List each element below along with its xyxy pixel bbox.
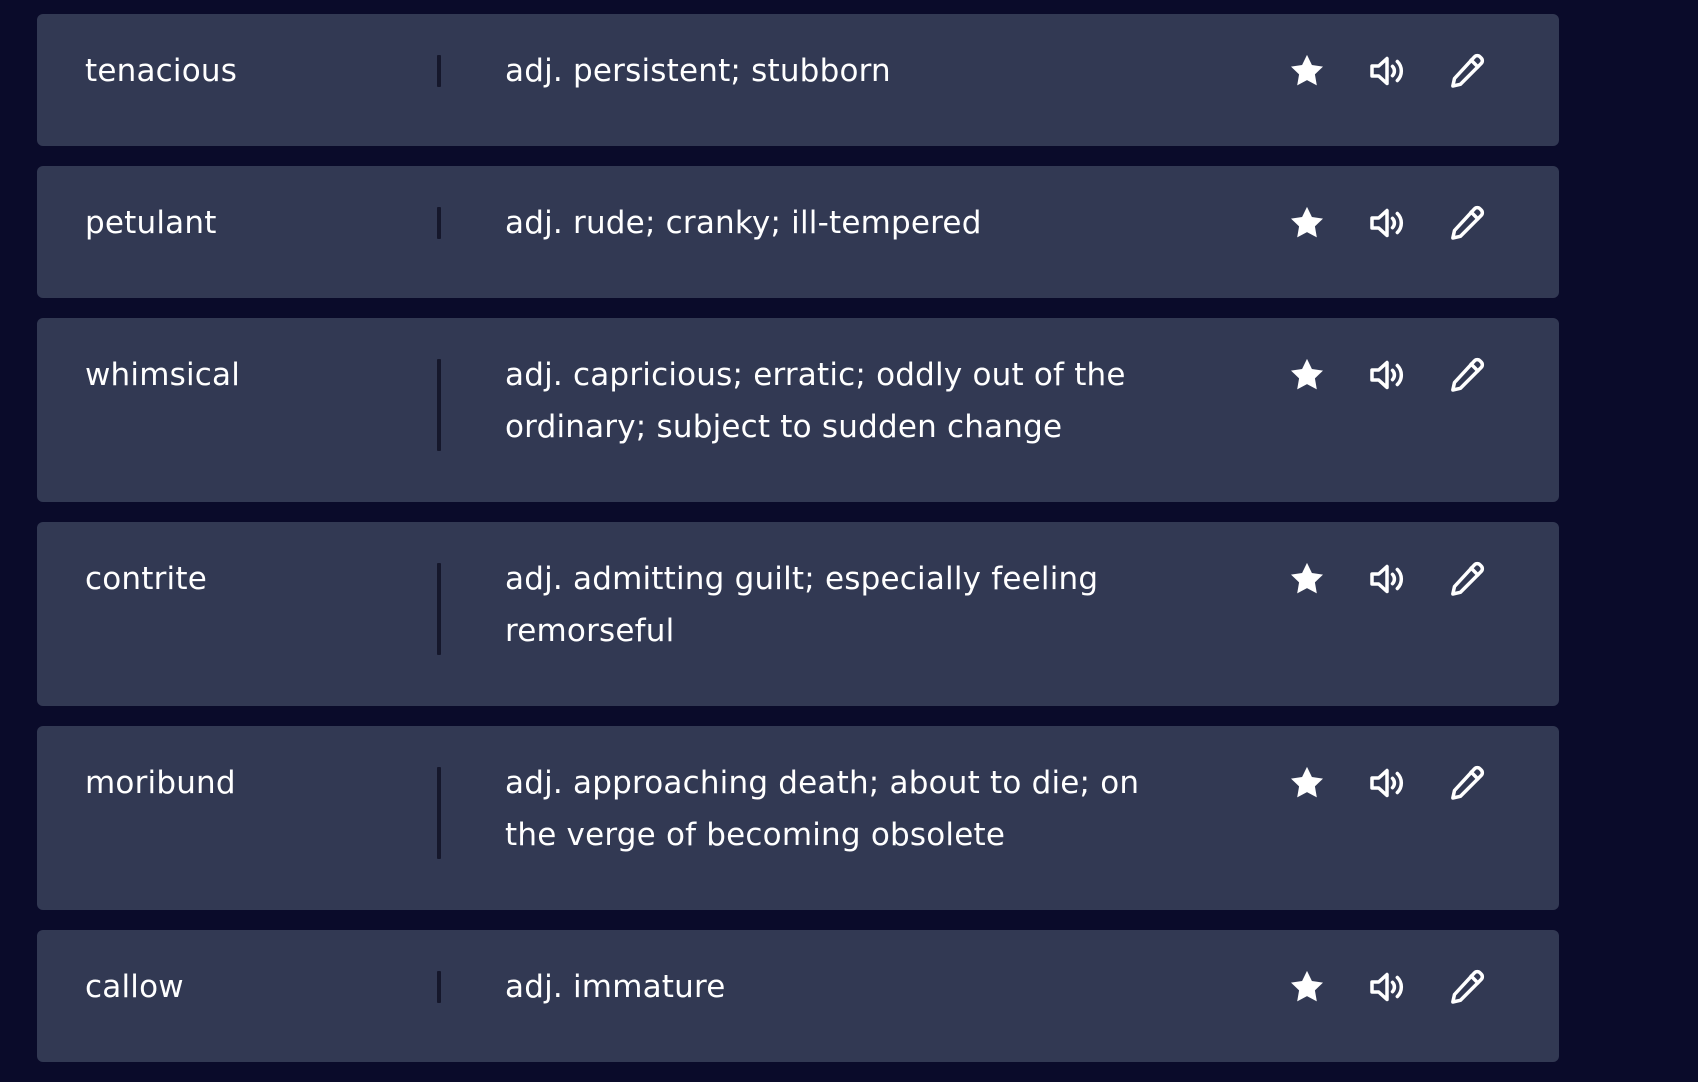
edit-button[interactable] (1447, 355, 1487, 395)
star-button[interactable] (1287, 51, 1327, 91)
term-divider (437, 767, 441, 859)
card-actions (1287, 553, 1487, 605)
term-text: contrite (85, 561, 207, 597)
speaker-icon (1370, 208, 1403, 238)
star-icon (1291, 562, 1323, 594)
star-button[interactable] (1287, 203, 1327, 243)
card-actions (1287, 757, 1487, 809)
term-text: moribund (85, 765, 236, 801)
term-text: whimsical (85, 357, 241, 393)
term-card: petulant adj. rude; cranky; ill-tempered (37, 166, 1559, 298)
edit-button[interactable] (1447, 51, 1487, 91)
edit-button[interactable] (1447, 559, 1487, 599)
term-text: petulant (85, 205, 217, 241)
star-icon (1291, 54, 1323, 86)
pronounce-button[interactable] (1367, 355, 1407, 395)
term-card: whimsical adj. capricious; erratic; oddl… (37, 318, 1559, 502)
definition-text: adj. persistent; stubborn (505, 53, 891, 89)
term-card: tenacious adj. persistent; stubborn (37, 14, 1559, 146)
pencil-icon (1451, 357, 1485, 392)
edit-button[interactable] (1447, 967, 1487, 1007)
term-divider (437, 55, 441, 87)
card-actions (1287, 197, 1487, 249)
card-actions (1287, 961, 1487, 1013)
pencil-icon (1451, 765, 1485, 800)
term-divider (437, 207, 441, 239)
term-text: callow (85, 969, 184, 1005)
flashcard-list: tenacious adj. persistent; stubborn petu… (37, 14, 1559, 1082)
term-divider (437, 563, 441, 655)
definition-text: adj. rude; cranky; ill-tempered (505, 205, 982, 241)
term-divider (437, 359, 441, 451)
pronounce-button[interactable] (1367, 203, 1407, 243)
speaker-icon (1370, 360, 1403, 390)
pronounce-button[interactable] (1367, 967, 1407, 1007)
star-icon (1291, 206, 1323, 238)
speaker-icon (1370, 56, 1403, 86)
pronounce-button[interactable] (1367, 559, 1407, 599)
term-card: contrite adj. admitting guilt; especiall… (37, 522, 1559, 706)
pencil-icon (1451, 205, 1485, 240)
speaker-icon (1370, 972, 1403, 1002)
pencil-icon (1451, 53, 1485, 88)
star-icon (1291, 358, 1323, 390)
term-divider (437, 971, 441, 1003)
definition-text: adj. approaching death; about to die; on… (505, 765, 1140, 853)
pencil-icon (1451, 969, 1485, 1004)
term-card: callow adj. immature (37, 930, 1559, 1062)
definition-text: adj. capricious; erratic; oddly out of t… (505, 357, 1126, 445)
star-icon (1291, 766, 1323, 798)
card-actions (1287, 349, 1487, 401)
definition-text: adj. admitting guilt; especially feeling… (505, 561, 1099, 649)
pronounce-button[interactable] (1367, 51, 1407, 91)
term-card: moribund adj. approaching death; about t… (37, 726, 1559, 910)
term-text: tenacious (85, 53, 238, 89)
edit-button[interactable] (1447, 203, 1487, 243)
star-icon (1291, 970, 1323, 1002)
pencil-icon (1451, 561, 1485, 596)
edit-button[interactable] (1447, 763, 1487, 803)
card-actions (1287, 45, 1487, 97)
star-button[interactable] (1287, 355, 1327, 395)
definition-text: adj. immature (505, 969, 726, 1005)
pronounce-button[interactable] (1367, 763, 1407, 803)
star-button[interactable] (1287, 559, 1327, 599)
star-button[interactable] (1287, 763, 1327, 803)
speaker-icon (1370, 768, 1403, 798)
star-button[interactable] (1287, 967, 1327, 1007)
speaker-icon (1370, 564, 1403, 594)
